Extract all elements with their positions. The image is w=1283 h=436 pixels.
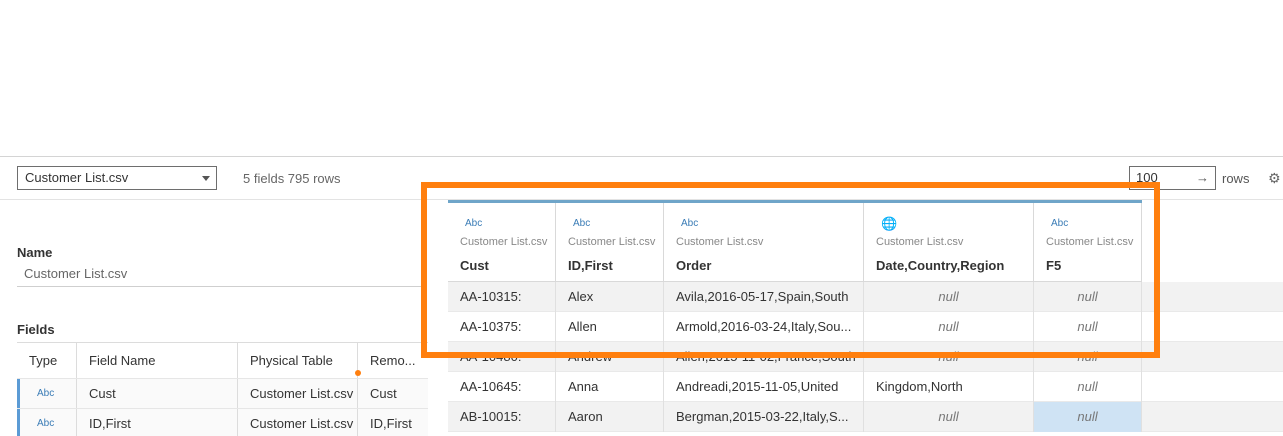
rows-label: rows	[1222, 171, 1250, 186]
grid-cell[interactable]: AA-10645:	[448, 372, 556, 402]
globe-icon[interactable]: 🌐	[881, 216, 897, 232]
field-name-cell[interactable]: Cust	[77, 379, 238, 408]
column-source: Customer List.csv	[676, 236, 764, 248]
grid-cell-selected[interactable]: null	[1034, 402, 1142, 432]
grid-column-header-cust[interactable]: Abc Customer List.csv Cust	[448, 203, 556, 282]
text-type-icon: Abc	[37, 388, 55, 399]
grid-cell[interactable]: Alex	[556, 282, 664, 312]
arrow-right-icon[interactable]: →	[1196, 167, 1209, 189]
grid-column-header-f5[interactable]: Abc Customer List.csv F5	[1034, 203, 1142, 282]
grid-cell[interactable]: AA-10315:	[448, 282, 556, 312]
blank-canvas-area	[0, 0, 1283, 156]
data-grid-header: Abc Customer List.csv Cust Abc Customer …	[448, 200, 1142, 282]
table-select[interactable]: Customer List.csv	[17, 166, 217, 190]
column-header-field-name[interactable]: Field Name	[77, 343, 238, 378]
field-name-cell[interactable]: ID,First	[77, 409, 238, 436]
data-grid: Abc Customer List.csv Cust Abc Customer …	[448, 200, 1283, 436]
grid-cell-null[interactable]: null	[864, 342, 1034, 372]
grid-column-header-order[interactable]: Abc Customer List.csv Order	[664, 203, 864, 282]
grid-cell[interactable]: AA-10480:	[448, 342, 556, 372]
name-label: Name	[17, 245, 53, 260]
column-source: Customer List.csv	[1046, 236, 1134, 248]
grid-cell[interactable]: Avila,2016-05-17,Spain,South	[664, 282, 864, 312]
collapse-panel-icon[interactable]: ‹	[422, 212, 426, 226]
column-name: Order	[676, 258, 712, 273]
grid-cell[interactable]: Allen,2015-11-02,France,South	[664, 342, 864, 372]
metadata-panel: ‹ Name Customer List.csv Fields Type Fie…	[0, 200, 428, 436]
column-name: ID,First	[568, 258, 613, 273]
grid-cell-null[interactable]: null	[1034, 372, 1142, 402]
column-name: F5	[1046, 258, 1062, 273]
rows-count-value: 100	[1136, 170, 1158, 185]
name-field[interactable]: Customer List.csv	[17, 263, 421, 287]
column-header-type[interactable]: Type	[17, 343, 77, 378]
sort-indicator-dot	[355, 370, 361, 376]
column-name: Cust	[460, 258, 489, 273]
rows-count-input[interactable]: 100 →	[1129, 166, 1216, 190]
table-row[interactable]: AA-10315: Alex Avila,2016-05-17,Spain,So…	[448, 282, 1283, 312]
remote-name-cell: Cust	[370, 386, 397, 401]
grid-cell[interactable]: Kingdom,North	[864, 372, 1034, 402]
text-type-icon[interactable]: Abc	[573, 218, 590, 229]
physical-table-cell: Customer List.csv	[238, 409, 358, 436]
grid-cell-null[interactable]: null	[1034, 342, 1142, 372]
table-row[interactable]: AB-10015: Aaron Bergman,2015-03-22,Italy…	[448, 402, 1283, 432]
data-source-toolbar: Customer List.csv 5 fields 795 rows 100 …	[0, 156, 1283, 200]
grid-cell-null[interactable]: null	[864, 402, 1034, 432]
grid-cell[interactable]: Andrew	[556, 342, 664, 372]
column-source: Customer List.csv	[876, 236, 964, 248]
table-row[interactable]: AA-10645: Anna Andreadi,2015-11-05,Unite…	[448, 372, 1283, 402]
fields-table: Type Field Name Physical Table Remo... A…	[17, 342, 428, 436]
column-header-physical-table[interactable]: Physical Table	[238, 343, 358, 378]
column-header-remote-name[interactable]: Remo...	[358, 343, 428, 378]
field-type-cell[interactable]: Abc	[17, 409, 77, 436]
grid-cell[interactable]: AA-10375:	[448, 312, 556, 342]
table-row[interactable]: Abc Cust Customer List.csv Cust	[17, 379, 428, 409]
grid-cell[interactable]: Andreadi,2015-11-05,United	[664, 372, 864, 402]
grid-column-header-date-country-region[interactable]: 🌐 Customer List.csv Date,Country,Region	[864, 203, 1034, 282]
table-row[interactable]: Abc ID,First Customer List.csv ID,First	[17, 409, 428, 436]
field-type-cell[interactable]: Abc	[17, 379, 77, 408]
remote-name-cell: ID,First	[370, 416, 412, 431]
text-type-icon: Abc	[37, 418, 55, 429]
text-type-icon[interactable]: Abc	[681, 218, 698, 229]
column-name: Date,Country,Region	[876, 258, 1005, 273]
grid-cell-null[interactable]: null	[1034, 312, 1142, 342]
fields-label: Fields	[17, 322, 55, 337]
table-row[interactable]: AA-10375: Allen Armold,2016-03-24,Italy,…	[448, 312, 1283, 342]
grid-cell[interactable]: Armold,2016-03-24,Italy,Sou...	[664, 312, 864, 342]
grid-cell-null[interactable]: null	[864, 312, 1034, 342]
column-source: Customer List.csv	[460, 236, 548, 248]
column-source: Customer List.csv	[568, 236, 656, 248]
grid-cell-null[interactable]: null	[864, 282, 1034, 312]
fields-rows-summary: 5 fields 795 rows	[243, 171, 341, 186]
gear-icon[interactable]: ⚙	[1268, 170, 1281, 187]
grid-cell[interactable]: Aaron	[556, 402, 664, 432]
fields-table-header: Type Field Name Physical Table Remo...	[17, 343, 428, 379]
physical-table-cell: Customer List.csv	[238, 379, 358, 408]
data-grid-body: AA-10315: Alex Avila,2016-05-17,Spain,So…	[448, 282, 1283, 432]
chevron-down-icon[interactable]	[202, 176, 210, 181]
grid-cell[interactable]: Anna	[556, 372, 664, 402]
grid-cell[interactable]: Allen	[556, 312, 664, 342]
table-row[interactable]: AA-10480: Andrew Allen,2015-11-02,France…	[448, 342, 1283, 372]
grid-cell[interactable]: AB-10015:	[448, 402, 556, 432]
text-type-icon[interactable]: Abc	[465, 218, 482, 229]
text-type-icon[interactable]: Abc	[1051, 218, 1068, 229]
table-select-value: Customer List.csv	[25, 170, 129, 185]
grid-column-header-id-first[interactable]: Abc Customer List.csv ID,First	[556, 203, 664, 282]
grid-cell-null[interactable]: null	[1034, 282, 1142, 312]
grid-cell[interactable]: Bergman,2015-03-22,Italy,S...	[664, 402, 864, 432]
